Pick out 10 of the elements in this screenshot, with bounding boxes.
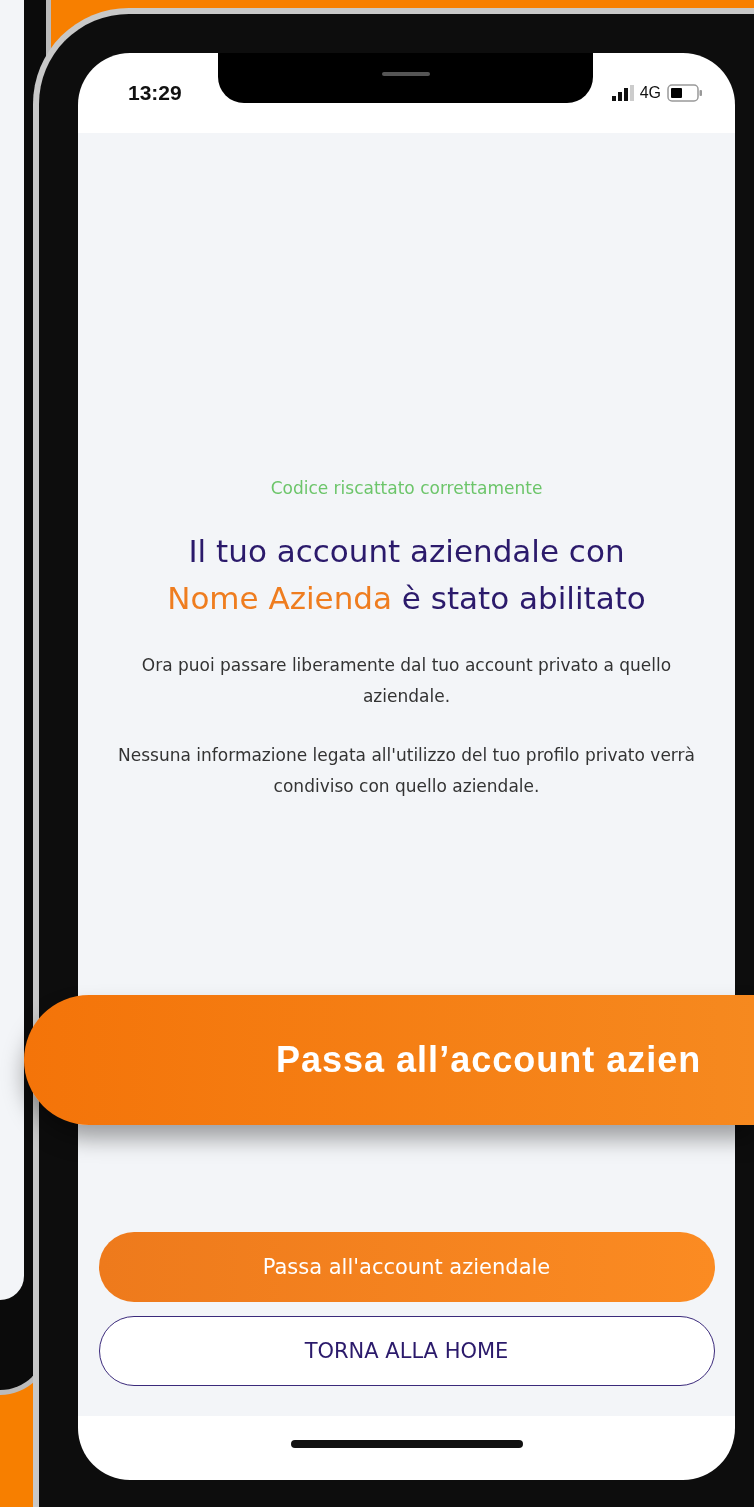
body-text: Ora puoi passare liberamente dal tuo account privato a quello aziendale. bbox=[140, 654, 673, 708]
battery-icon bbox=[667, 84, 703, 102]
title-heading: Il tuo account aziendale con Nome Azienda è stato abilitato bbox=[166, 532, 647, 618]
home-button[interactable]: TORNA ALLA HOME bbox=[98, 1316, 715, 1386]
callout-text: Passa all’account azien bbox=[276, 1039, 702, 1081]
success-message: Codice riscattato correttamente bbox=[270, 478, 543, 498]
signal-icon bbox=[611, 85, 634, 101]
network-label: 4G bbox=[639, 84, 661, 102]
body-text: Nessuna informazione legata all'utilizzo del tuo profilo privato verrà condiviso con quello aziendale. bbox=[117, 744, 696, 798]
status-time: 13:29 bbox=[128, 81, 182, 105]
